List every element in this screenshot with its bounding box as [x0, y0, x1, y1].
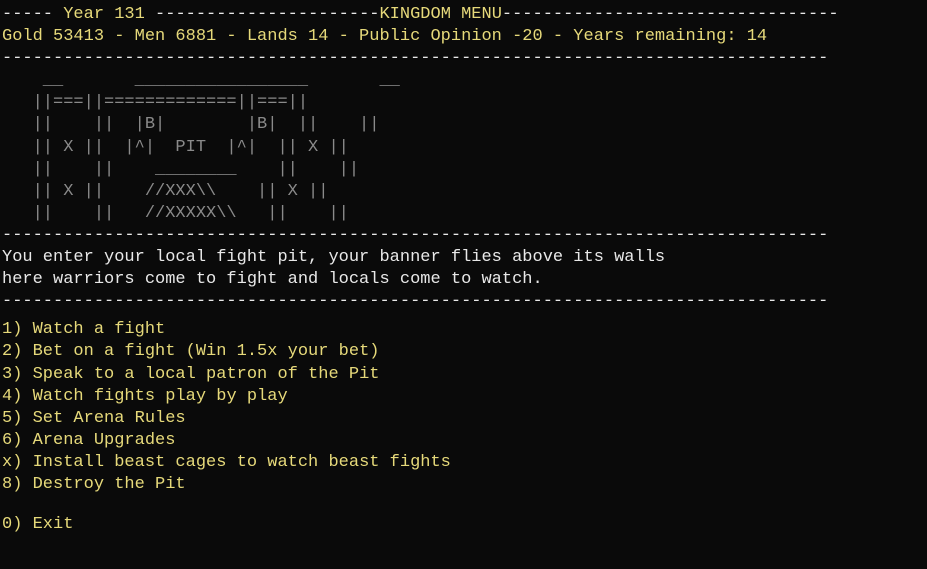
menu-key: 1): [2, 320, 22, 339]
ascii-line-0: __ _________________ __: [2, 70, 925, 92]
ascii-line-3: || X || |^| PIT |^| || X ||: [2, 137, 925, 159]
header-row: ----- Year 131 ----------------------KIN…: [2, 4, 925, 26]
menu-label: Destroy the Pit: [33, 475, 186, 494]
separator-2: ----------------------------------------…: [2, 225, 925, 247]
menu-label: Exit: [33, 515, 74, 534]
menu-key: 8): [2, 475, 22, 494]
stats-line: Gold 53413 - Men 6881 - Lands 14 - Publi…: [2, 26, 925, 48]
flavor-line-0: You enter your local fight pit, your ban…: [2, 247, 925, 269]
menu-key: 0): [2, 515, 22, 534]
menu-option-1[interactable]: 1) Watch a fight: [2, 319, 925, 341]
menu-key: 6): [2, 431, 22, 450]
menu-option-2[interactable]: 2) Bet on a fight (Win 1.5x your bet): [2, 341, 925, 363]
year-label: Year: [63, 5, 104, 24]
ascii-line-6: || || //XXXXX\\ || ||: [2, 203, 925, 225]
separator-3: ----------------------------------------…: [2, 291, 925, 313]
ascii-line-4: || || ________ || ||: [2, 159, 925, 181]
menu-option-6[interactable]: 6) Arena Upgrades: [2, 430, 925, 452]
ascii-line-2: || || |B| |B| || ||: [2, 114, 925, 136]
mid-dashes: ----------------------: [145, 5, 380, 24]
menu-option-5[interactable]: 5) Set Arena Rules: [2, 408, 925, 430]
menu-key: 3): [2, 365, 22, 384]
dash-suffix: ---------------------------------: [502, 5, 839, 24]
menu-key: 4): [2, 387, 22, 406]
menu-key: 5): [2, 409, 22, 428]
menu-label: Watch a fight: [33, 320, 166, 339]
menu-label: Speak to a local patron of the Pit: [33, 365, 380, 384]
menu-title: KINGDOM MENU: [379, 5, 501, 24]
menu-option-exit[interactable]: 0) Exit: [2, 514, 925, 536]
separator-1: ----------------------------------------…: [2, 48, 925, 70]
menu-label: Arena Upgrades: [33, 431, 176, 450]
menu-label: Install beast cages to watch beast fight…: [33, 453, 451, 472]
menu-label: Watch fights play by play: [33, 387, 288, 406]
menu-option-x[interactable]: x) Install beast cages to watch beast fi…: [2, 452, 925, 474]
menu-key: x): [2, 453, 22, 472]
ascii-line-5: || X || //XXX\\ || X ||: [2, 181, 925, 203]
ascii-line-1: ||===||=============||===||: [2, 92, 925, 114]
year-value: 131: [114, 5, 145, 24]
dash-prefix: -----: [2, 5, 63, 24]
flavor-line-1: here warriors come to fight and locals c…: [2, 269, 925, 291]
ascii-art: __ _________________ __ ||===||=========…: [2, 70, 925, 225]
menu-option-4[interactable]: 4) Watch fights play by play: [2, 386, 925, 408]
menu-option-3[interactable]: 3) Speak to a local patron of the Pit: [2, 364, 925, 386]
menu-label: Set Arena Rules: [33, 409, 186, 428]
menu-option-8[interactable]: 8) Destroy the Pit: [2, 474, 925, 496]
menu-label: Bet on a fight (Win 1.5x your bet): [33, 342, 380, 361]
menu-key: 2): [2, 342, 22, 361]
